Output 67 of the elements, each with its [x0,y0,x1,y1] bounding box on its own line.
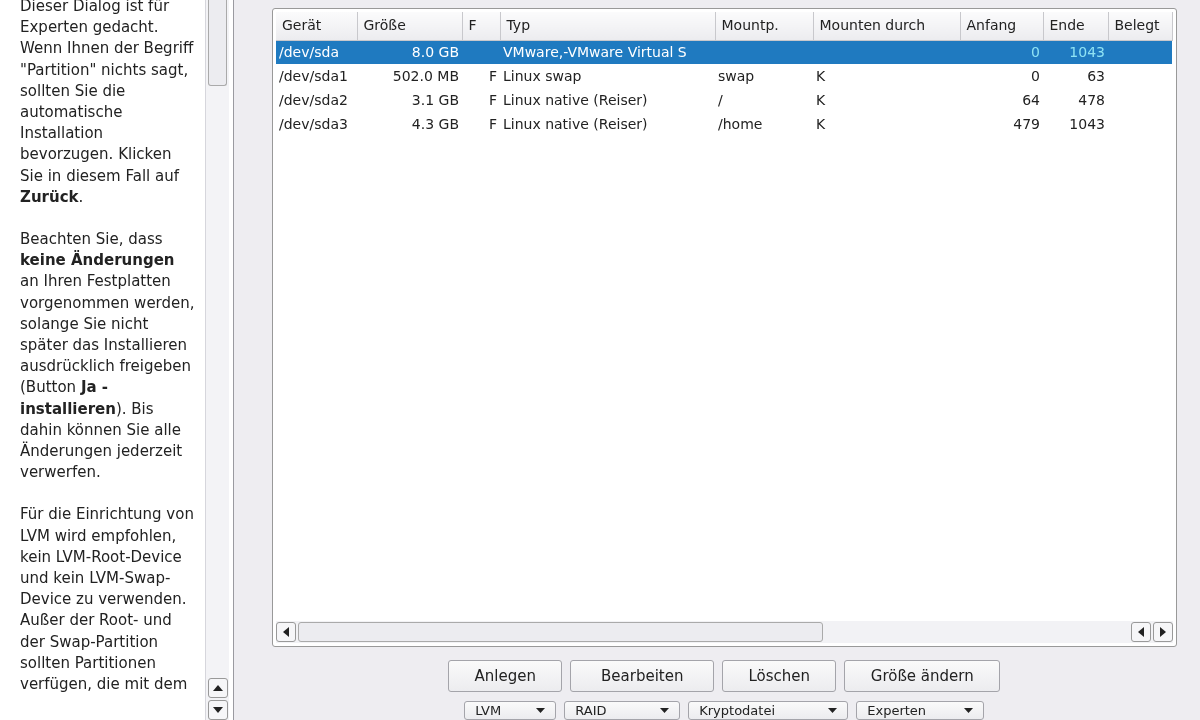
dropdown-button[interactable]: Kryptodatei [688,701,849,720]
table-cell: 8.0 GB [411,43,459,60]
action-button[interactable]: Größe ändern [844,660,1001,692]
help-paragraph: Dieser Dialog ist für Experten gedacht. Wenn Ihnen der Begriff "Partition" nichts sagt, sollten Sie die automatische Installation bevorzugen. Klicken Sie in diesem Fall auf Zurück. [20,0,195,208]
table-cell: /dev/sda [279,43,339,60]
table-cell: F [488,115,497,132]
table-cell: 63 [1087,67,1105,84]
column-header[interactable]: Anfang [960,12,1043,40]
table-cell: /dev/sda1 [279,67,348,84]
help-paragraph: Für die Einrichtung von LVM wird empfohlen, kein LVM-Root-Device und kein LVM-Swap-Device zu verwenden. Außer der Root- und der Swap-Partition sollten Partitionen verfügen, die mit dem [20,504,195,696]
scroll-left-button[interactable] [1130,622,1151,642]
scroll-left-button[interactable] [276,622,296,642]
scroll-down-button[interactable] [208,700,228,720]
table-cell: 1043 [1069,43,1105,60]
horizontal-scrollbar[interactable] [276,621,1173,643]
column-header[interactable]: Typ [500,12,715,40]
table-cell: 502.0 MB [392,67,459,84]
left-arrow-icon [283,627,289,637]
column-header[interactable]: Belegt [1108,12,1172,40]
table-cell: Linux native (Reiser) [503,91,648,108]
table-cell: 478 [1078,91,1105,108]
scrollbar[interactable] [205,0,229,720]
caret-icon [964,708,974,713]
action-button[interactable]: Bearbeiten [570,660,715,692]
table-cell: 0 [1031,43,1040,60]
dropdown-button[interactable]: RAID [564,701,681,720]
table-cell: Linux swap [503,67,582,84]
column-header[interactable]: Mountp. [715,12,813,40]
left-arrow-icon [1137,627,1144,637]
table-cell: 479 [1013,115,1040,132]
table-cell: Linux native (Reiser) [503,115,648,132]
table-cell: F [488,67,497,84]
column-header[interactable]: Mounten durch [813,12,960,40]
scroll-thumb[interactable] [298,622,823,642]
table-cell: 4.3 GB [411,115,459,132]
table-cell: 64 [1022,91,1040,108]
help-paragraph: Beachten Sie, dass keine Änderungen an Ihren Festplatten vorgenommen werden, solange Sie nicht später das Installieren ausdrücklich freigeben (Button Ja - installieren). Bis dahin können Sie alle Änderungen jederzeit verwerfen. [20,229,196,484]
scroll-up-button[interactable] [208,678,228,698]
down-arrow-icon [213,707,223,713]
column-header[interactable]: Größe [357,12,462,40]
right-arrow-icon [1159,627,1166,637]
caret-icon [828,708,838,713]
table-cell: swap [718,67,755,84]
dropdown-button[interactable]: LVM [464,701,557,720]
caret-icon [660,708,670,713]
scroll-right-button[interactable] [1152,622,1173,642]
column-header[interactable]: F [462,12,500,40]
action-button[interactable]: Löschen [722,660,837,692]
table-cell: /dev/sda2 [279,91,348,108]
action-button[interactable]: Anlegen [448,660,563,692]
table-cell: 0 [1031,67,1040,84]
table-cell: / [718,91,723,108]
table-cell: F [488,91,497,108]
column-header[interactable]: Gerät [276,12,357,40]
table-cell: VMware,-VMware Virtual S [503,43,687,60]
table-cell: K [816,115,826,132]
table-cell: 3.1 GB [411,91,459,108]
table-cell: /home [718,115,763,132]
table-cell: 1043 [1069,115,1105,132]
table-cell: K [816,91,826,108]
dropdown-button[interactable]: Experten [856,701,985,720]
up-arrow-icon [213,685,223,691]
table-cell: K [816,67,826,84]
column-header[interactable]: Ende [1043,12,1108,40]
caret-icon [536,708,546,713]
scroll-thumb[interactable] [208,0,227,86]
table-cell: /dev/sda3 [279,115,348,132]
